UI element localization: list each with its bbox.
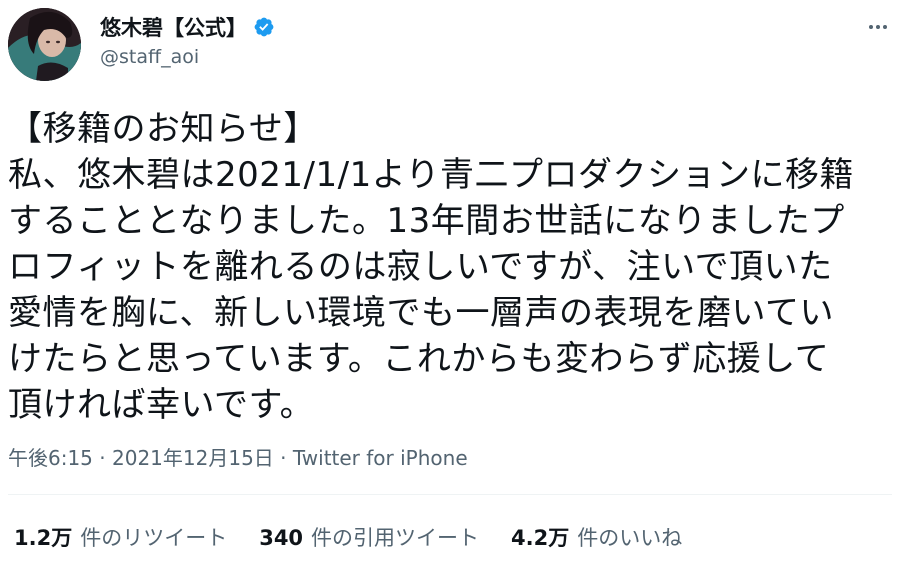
- quote-tweets-count: 340: [259, 526, 304, 550]
- meta-separator: ·: [280, 446, 287, 470]
- display-name[interactable]: 悠木碧【公式】: [100, 12, 247, 42]
- author-name-row: 悠木碧【公式】: [100, 10, 275, 44]
- tweet-stats: 1.2万 件のリツイート 340 件の引用ツイート 4.2万 件のいいね: [14, 522, 682, 552]
- tweet-card: 悠木碧【公式】 @staff_aoi 【移籍のお知らせ】 私、悠木碧は2021/…: [0, 0, 922, 563]
- likes-stat[interactable]: 4.2万 件のいいね: [511, 522, 682, 552]
- meta-separator: ·: [99, 446, 106, 470]
- tweet-time[interactable]: 午後6:15: [8, 446, 93, 470]
- tweet-text-line: 【移籍のお知らせ】: [8, 109, 318, 149]
- quote-tweets-label: 件の引用ツイート: [311, 526, 480, 550]
- avatar[interactable]: [8, 8, 81, 81]
- author-handle[interactable]: @staff_aoi: [100, 46, 199, 68]
- retweets-count: 1.2万: [14, 526, 73, 550]
- avatar-image: [8, 8, 81, 81]
- likes-label: 件のいいね: [577, 526, 683, 550]
- divider: [8, 494, 892, 495]
- tweet-source-link[interactable]: Twitter for iPhone: [293, 446, 468, 470]
- tweet-text-line: することとなりました。13年間お世話になりましたプ: [8, 201, 845, 241]
- retweets-label: 件のリツイート: [80, 526, 228, 550]
- tweet-date[interactable]: 2021年12月15日: [112, 446, 274, 470]
- tweet-text-line: 頂ければ幸いです。: [8, 385, 315, 425]
- tweet-meta: 午後6:15 · 2021年12月15日 · Twitter for iPhon…: [8, 442, 468, 471]
- quote-tweets-stat[interactable]: 340 件の引用ツイート: [259, 522, 479, 552]
- tweet-text: 【移籍のお知らせ】 私、悠木碧は2021/1/1より青二プロダクションに移籍 す…: [8, 106, 888, 428]
- tweet-text-line: けたらと思っています。これからも変わらず応援して: [8, 339, 830, 379]
- tweet-text-line: ロフィットを離れるのは寂しいですが、注いで頂いた: [8, 247, 833, 287]
- likes-count: 4.2万: [511, 526, 570, 550]
- retweets-stat[interactable]: 1.2万 件のリツイート: [14, 522, 227, 552]
- more-horizontal-icon[interactable]: [860, 12, 896, 42]
- verified-badge-icon: [253, 16, 275, 38]
- tweet-text-line: 愛情を胸に、新しい環境でも一層声の表現を磨いてい: [8, 293, 834, 333]
- tweet-text-line: 私、悠木碧は2021/1/1より青二プロダクションに移籍: [8, 155, 855, 195]
